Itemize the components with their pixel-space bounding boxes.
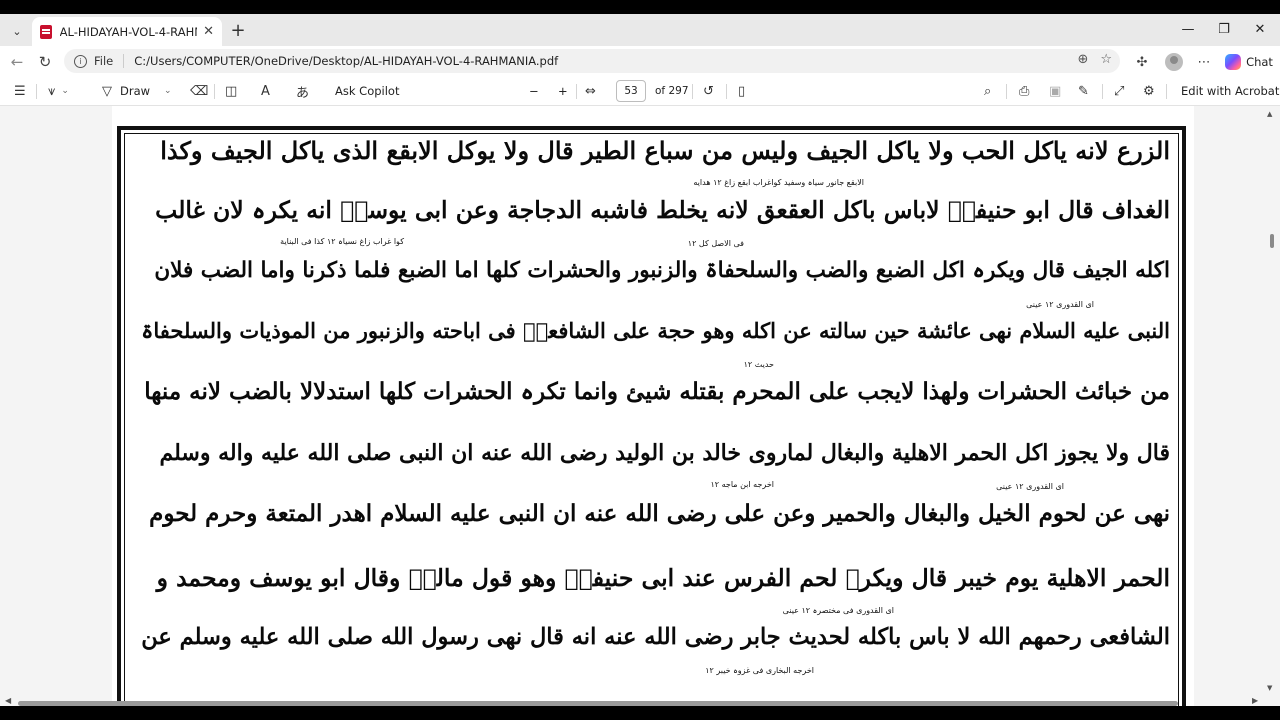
copilot-icon	[1225, 54, 1242, 70]
profile-avatar[interactable]	[1164, 51, 1184, 73]
text-line: الغداف قال ابو حنیفہؒ لاباس باکل العقعق …	[155, 196, 1170, 224]
more-options-icon[interactable]: ⋯	[1194, 51, 1214, 73]
maximize-button[interactable]: ❐	[1206, 14, 1242, 44]
horizontal-scroll-thumb[interactable]	[18, 701, 1178, 706]
refresh-icon[interactable]: ↻	[34, 51, 56, 73]
horizontal-scrollbar[interactable]: ◀ ▶	[0, 696, 1280, 706]
marginal-gloss: الابقع جانور سیاہ وسفید کواغراب ابقع زاغ…	[693, 178, 864, 187]
avatar-icon	[1165, 53, 1183, 71]
scroll-up-arrow-icon[interactable]: ▲	[1267, 110, 1272, 118]
tab-pdf[interactable]: AL-HIDAYAH-VOL-4-RAHMANIA.pdf ✕	[32, 17, 222, 46]
toolbar-divider	[1166, 84, 1167, 99]
zoom-out-button[interactable]: −	[529, 81, 539, 101]
tab-bar: ⌄ AL-HIDAYAH-VOL-4-RAHMANIA.pdf ✕ + — ❐ …	[0, 14, 1280, 46]
print-icon[interactable]: ⎙	[1019, 81, 1029, 101]
total-pages-label: of 297	[655, 85, 689, 97]
highlight-icon[interactable]: ⩛ ⌄	[48, 81, 69, 101]
pdf-toolbar: ☰ ⩛ ⌄ ▽ Draw ⌄ ⌫ ◫ A あ Ask Copilot − + ⇔ 53…	[0, 76, 1280, 106]
scroll-down-arrow-icon[interactable]: ▼	[1267, 684, 1272, 692]
fit-width-icon[interactable]: ⇔	[585, 81, 596, 101]
copilot-chat-button[interactable]: Chat	[1224, 51, 1274, 73]
close-window-button[interactable]: ✕	[1242, 14, 1278, 44]
text-line: الحمر الاهلیة یوم خیبر قال ویکرہ لحم الف…	[156, 564, 1170, 592]
toolbar-divider	[36, 84, 37, 99]
back-arrow-icon[interactable]: ←	[6, 51, 28, 73]
marginal-gloss: اخرجه البخاری فی غزوہ خیبر ۱۲	[705, 666, 814, 675]
screen-frame: ⌄ AL-HIDAYAH-VOL-4-RAHMANIA.pdf ✕ + — ❐ …	[0, 0, 1280, 720]
new-tab-button[interactable]: +	[228, 20, 248, 41]
pdf-viewer[interactable]: الزرع لانه یاکل الحب ولا یاکل الجیف ولیس…	[0, 106, 1280, 706]
marginal-gloss: اخرجه ابن ماجه ۱۲	[710, 480, 774, 489]
text-line: النبی علیه السلام نهی عائشة حین سالته عن…	[141, 318, 1170, 343]
marginal-gloss: ای القدوری ۱۲ عینی	[1026, 300, 1094, 309]
save-icon[interactable]: ▣	[1049, 81, 1061, 101]
rotate-icon[interactable]: ↺	[703, 81, 714, 101]
toolbar-divider	[1102, 84, 1103, 99]
url-divider	[123, 54, 125, 68]
draw-button[interactable]: ▽ Draw ⌄	[102, 81, 172, 101]
ask-copilot-button[interactable]: Ask Copilot	[335, 81, 399, 101]
draw-label: Draw	[120, 84, 151, 98]
text-line: قال ولا یجوز اکل الحمر الاهلیة والبغال ل…	[159, 440, 1171, 466]
browser-window: ⌄ AL-HIDAYAH-VOL-4-RAHMANIA.pdf ✕ + — ❐ …	[0, 14, 1280, 706]
marginal-gloss: کوا غراب زاغ نسیاہ ۱۲ کذا فی البنایة	[280, 237, 404, 246]
address-bar-row: ← ↻ i File C:/Users/COMPUTER/OneDrive/De…	[0, 46, 1280, 76]
page-number-input[interactable]: 53	[616, 80, 646, 102]
scheme-label: File	[94, 54, 114, 68]
save-as-icon[interactable]: ✎	[1078, 81, 1089, 101]
tab-actions-chevron-icon[interactable]: ⌄	[6, 20, 28, 42]
marginal-gloss: حدیث ۱۲	[743, 360, 774, 369]
vertical-scrollbar[interactable]: ▲ ▼	[1264, 106, 1280, 706]
url-field[interactable]: i File C:/Users/COMPUTER/OneDrive/Deskto…	[64, 49, 1120, 73]
zoom-icon[interactable]: ⊕	[1077, 52, 1088, 67]
page-view-icon[interactable]: ▯	[738, 81, 745, 101]
minimize-button[interactable]: —	[1170, 14, 1206, 44]
toolbar-divider	[1006, 84, 1007, 99]
toolbar-divider	[576, 84, 577, 99]
text-line: الزرع لانه یاکل الحب ولا یاکل الجیف ولیس…	[160, 136, 1170, 165]
read-aloud-icon[interactable]: A	[261, 81, 270, 101]
marginal-gloss: ای القدوری ۱۲ عینی	[996, 482, 1064, 491]
info-icon[interactable]: i	[74, 54, 87, 68]
favorite-star-icon[interactable]: ☆	[1100, 52, 1112, 67]
text-line: نهی عن لحوم الخیل والبغال والحمیر وعن عل…	[149, 500, 1170, 527]
text-line: الشافعی رحمهم الله لا باس باکله لحدیث جا…	[141, 624, 1170, 650]
pdf-file-icon	[40, 24, 52, 39]
toolbar-divider	[692, 84, 693, 99]
text-line: من خبائث الحشرات ولهذا لایجب علی المحرم …	[144, 378, 1170, 405]
eraser-icon[interactable]: ⌫	[190, 81, 208, 101]
settings-gear-icon[interactable]: ⚙	[1143, 81, 1155, 101]
vertical-scroll-thumb[interactable]	[1270, 234, 1274, 248]
pdf-page: الزرع لانه یاکل الحب ولا یاکل الجیف ولیس…	[112, 122, 1194, 706]
toolbar-divider	[214, 84, 215, 99]
extensions-icon[interactable]: ✣	[1132, 51, 1152, 73]
edit-with-acrobat-button[interactable]: Edit with Acrobat	[1181, 81, 1279, 101]
tab-close-icon[interactable]: ✕	[203, 24, 214, 39]
url-actions: ⊕ ☆	[1077, 52, 1112, 67]
tab-title: AL-HIDAYAH-VOL-4-RAHMANIA.pdf	[59, 24, 197, 39]
search-icon[interactable]: ⌕	[984, 81, 991, 101]
marginal-gloss: ای القدوری فی مختصرہ ۱۲ عینی	[782, 606, 894, 615]
previous-page-edge	[112, 106, 1194, 122]
scroll-right-arrow-icon[interactable]: ▶	[1252, 696, 1258, 705]
url-text: C:/Users/COMPUTER/OneDrive/Desktop/AL-HI…	[134, 54, 559, 68]
fullscreen-icon[interactable]: ⤢	[1114, 81, 1124, 101]
chat-label: Chat	[1246, 55, 1273, 69]
translate-icon[interactable]: あ	[296, 81, 309, 101]
toolbar-divider	[726, 84, 727, 99]
marginal-gloss: فی الاصل کل ۱۲	[687, 239, 744, 248]
text-line: اکله الجیف قال ویکرہ اکل الضبع والضب وال…	[154, 258, 1170, 283]
zoom-in-button[interactable]: +	[558, 81, 568, 101]
text-box-icon[interactable]: ◫	[225, 81, 237, 101]
contents-list-icon[interactable]: ☰	[14, 81, 26, 101]
scroll-left-arrow-icon[interactable]: ◀	[5, 696, 11, 705]
draw-icon: ▽	[102, 83, 112, 99]
